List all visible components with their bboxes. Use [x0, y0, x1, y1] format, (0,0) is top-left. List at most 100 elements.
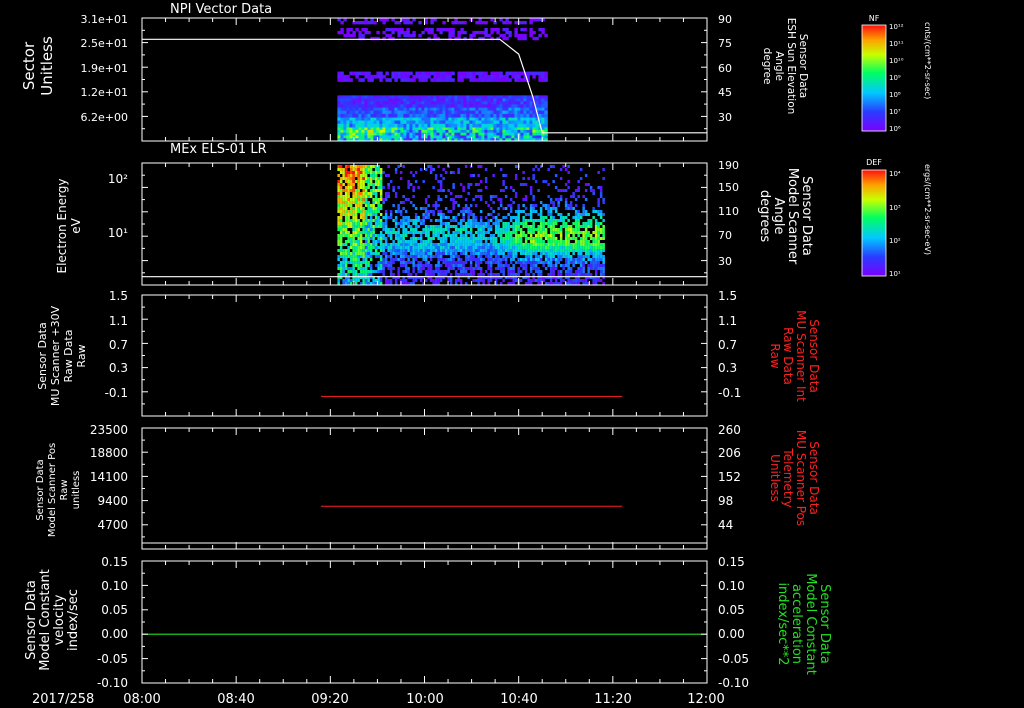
- panel1-left-ticks: 3.1e+01 2.5e+01 1.9e+01 1.2e+01 6.2e+00: [81, 13, 128, 124]
- svg-text:Sensor Data: Sensor Data: [797, 34, 809, 98]
- svg-text:10⁴: 10⁴: [889, 170, 901, 178]
- panel5-axes: [141, 560, 708, 684]
- svg-text:30: 30: [718, 255, 732, 268]
- panel2-spectrogram: [337, 165, 605, 285]
- svg-text:Sensor Data: Sensor Data: [36, 322, 49, 389]
- svg-text:110: 110: [718, 205, 739, 218]
- svg-text:10:40: 10:40: [500, 692, 537, 707]
- panel2-right-label: Sensor Data Model Scanner Angle degrees: [757, 168, 814, 265]
- svg-text:Raw: Raw: [75, 344, 88, 367]
- svg-text:Unitless: Unitless: [38, 36, 56, 96]
- svg-text:11:20: 11:20: [594, 692, 631, 707]
- svg-text:Sensor Data: Sensor Data: [799, 176, 814, 256]
- svg-text:10⁶: 10⁶: [889, 125, 901, 133]
- colorbar-nf: NF 10¹² 10¹¹ 10¹⁰ 10⁹ 10⁸ 10⁷ 10⁶ cnts/(…: [861, 14, 932, 133]
- panel3-axes: [141, 294, 708, 417]
- svg-text:0.7: 0.7: [718, 338, 737, 352]
- svg-text:cnts/(cm**2-sr-sec): cnts/(cm**2-sr-sec): [923, 22, 932, 99]
- svg-text:unitless: unitless: [71, 471, 82, 510]
- svg-text:98: 98: [718, 494, 733, 508]
- svg-text:Electron Energy: Electron Energy: [55, 178, 69, 273]
- panel5-right-label: Sensor Data Model Constant acceleration …: [775, 573, 832, 675]
- svg-text:0.15: 0.15: [718, 555, 745, 569]
- svg-text:0.05: 0.05: [718, 603, 745, 617]
- date-label: 2017/258: [32, 692, 94, 707]
- svg-text:Sensor Data: Sensor Data: [35, 459, 46, 520]
- svg-text:Angle: Angle: [773, 51, 785, 81]
- svg-text:10¹: 10¹: [889, 270, 901, 278]
- panel3-right-label: Sensor Data MU Scanner Int Raw Data Raw: [768, 310, 821, 402]
- svg-text:08:40: 08:40: [217, 692, 254, 707]
- svg-text:23500: 23500: [90, 423, 128, 437]
- svg-text:0.10: 0.10: [718, 579, 745, 593]
- svg-text:1.1: 1.1: [109, 314, 128, 328]
- panel1-spectrogram: [337, 18, 548, 142]
- svg-text:MU Scanner +30V: MU Scanner +30V: [49, 305, 62, 406]
- svg-text:10²: 10²: [889, 237, 901, 245]
- svg-text:0.05: 0.05: [101, 603, 128, 617]
- svg-text:44: 44: [718, 518, 733, 532]
- svg-text:2.5e+01: 2.5e+01: [81, 37, 128, 50]
- svg-text:-0.10: -0.10: [97, 676, 128, 690]
- svg-text:10⁹: 10⁹: [889, 74, 901, 82]
- colorbar-def: DEF 10⁴ 10³ 10² 10¹ ergs/(cm**2-sr-sec-e…: [861, 158, 932, 278]
- svg-text:Model Constant: Model Constant: [38, 569, 53, 671]
- panel1-right-label: Sensor Data ESH Sun Elevation Angle degr…: [761, 18, 809, 115]
- svg-text:10³: 10³: [889, 204, 901, 212]
- panel1-title: NPI Vector Data: [170, 2, 272, 17]
- svg-text:-0.10: -0.10: [718, 676, 749, 690]
- panel5-left-label: Sensor Data Model Constant velocity inde…: [24, 569, 81, 671]
- panel3-right-ticks: 1.5 1.1 0.7 0.3 -0.1: [718, 289, 741, 400]
- svg-text:Sensor Data: Sensor Data: [817, 584, 832, 664]
- svg-text:152: 152: [718, 470, 741, 484]
- svg-text:ergs/(cm**2-sr-sec-eV): ergs/(cm**2-sr-sec-eV): [923, 164, 932, 255]
- panel4-left-ticks: 23500 18800 14100 9400 4700: [90, 423, 128, 532]
- svg-text:Sector: Sector: [20, 41, 38, 90]
- svg-text:-0.1: -0.1: [105, 386, 128, 400]
- svg-text:0.10: 0.10: [101, 579, 128, 593]
- svg-text:0.3: 0.3: [718, 361, 737, 375]
- svg-text:0.7: 0.7: [109, 338, 128, 352]
- svg-text:45: 45: [718, 86, 732, 99]
- svg-text:18800: 18800: [90, 446, 128, 460]
- svg-text:75: 75: [718, 37, 732, 50]
- svg-text:0.3: 0.3: [109, 361, 128, 375]
- svg-text:14100: 14100: [90, 470, 128, 484]
- svg-text:190: 190: [718, 159, 739, 172]
- time-axis-labels: 2017/258 08:00 08:40 09:20 10:00 10:40 1…: [32, 692, 725, 707]
- svg-text:10⁸: 10⁸: [889, 91, 901, 99]
- svg-text:index/sec**2: index/sec**2: [775, 582, 790, 665]
- panel2-title: MEx ELS-01 LR: [170, 142, 267, 157]
- svg-text:260: 260: [718, 423, 741, 437]
- svg-text:9400: 9400: [97, 494, 128, 508]
- panel2-left-ticks: 10² 10¹: [108, 172, 128, 240]
- panel2-left-label: Electron Energy eV: [55, 178, 83, 273]
- panel3-left-ticks: 1.5 1.1 0.7 0.3 -0.1: [105, 289, 128, 400]
- svg-text:10¹⁰: 10¹⁰: [889, 57, 904, 65]
- svg-text:10¹¹: 10¹¹: [889, 40, 904, 48]
- svg-text:Unitless: Unitless: [768, 454, 782, 502]
- panel2-right-ticks: 190 150 110 70 30: [718, 159, 739, 268]
- panel4-axes: [141, 427, 708, 550]
- panel5-right-ticks: 0.15 0.10 0.05 0.00 -0.05 -0.10: [718, 555, 749, 690]
- panel1-left-label: Sector Unitless: [20, 36, 56, 96]
- svg-text:60: 60: [718, 62, 732, 75]
- svg-text:Raw: Raw: [768, 343, 782, 368]
- svg-text:degree: degree: [761, 48, 773, 85]
- svg-text:Model Constant: Model Constant: [803, 573, 818, 675]
- svg-text:1.5: 1.5: [718, 289, 737, 303]
- svg-text:Sensor Data: Sensor Data: [807, 319, 821, 393]
- svg-text:08:00: 08:00: [123, 692, 160, 707]
- data-plot: NPI Vector Data Sector Unitless 3.1e+01 …: [20, 2, 932, 707]
- svg-text:index/sec: index/sec: [66, 589, 81, 651]
- svg-text:0.00: 0.00: [101, 627, 128, 641]
- panel1-right-ticks: 90 75 60 45 30: [718, 13, 732, 124]
- svg-text:10²: 10²: [108, 172, 128, 186]
- svg-text:3.1e+01: 3.1e+01: [81, 13, 128, 26]
- panel5-left-ticks: 0.15 0.10 0.05 0.00 -0.05 -0.10: [97, 555, 128, 690]
- svg-text:eV: eV: [69, 217, 83, 233]
- svg-text:10¹²: 10¹²: [889, 23, 904, 31]
- svg-text:1.1: 1.1: [718, 314, 737, 328]
- svg-text:ESH Sun Elevation: ESH Sun Elevation: [785, 18, 797, 115]
- svg-text:MU Scanner Int: MU Scanner Int: [794, 310, 808, 402]
